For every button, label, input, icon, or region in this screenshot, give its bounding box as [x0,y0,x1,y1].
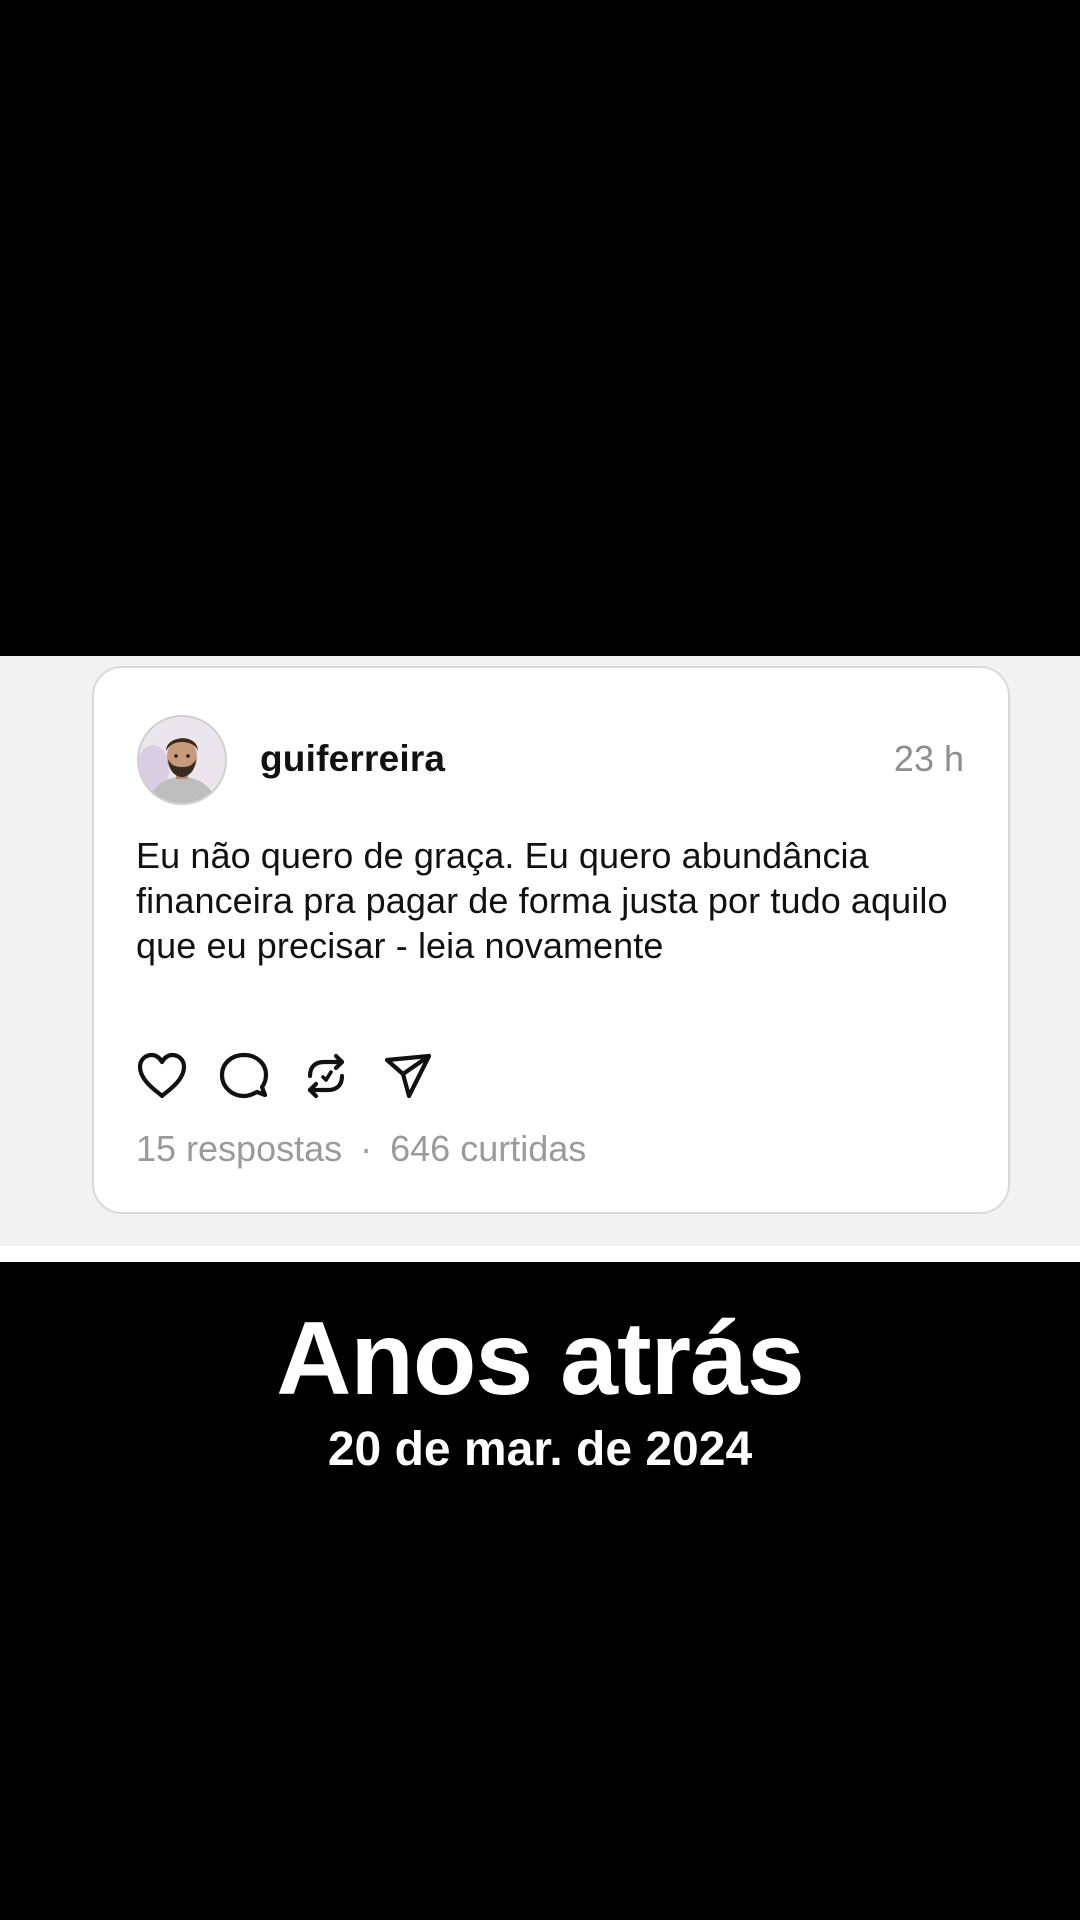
stats-separator: · [360,1128,373,1169]
post-actions [134,1048,462,1104]
repost-icon [307,1053,345,1099]
band-bottom-edge [0,1246,1080,1262]
username[interactable]: guiferreira [260,738,445,780]
likes-count[interactable]: 646 curtidas [390,1128,586,1170]
post-timestamp: 23 h [893,738,964,779]
top-black-area [0,0,1080,656]
post-stats: 15 respostas · 646 curtidas [136,1128,586,1170]
avatar-image [139,717,225,803]
caption-title: Anos atrás [276,1301,805,1417]
comment-icon [219,1052,269,1099]
share-icon [384,1053,432,1099]
repost-button[interactable] [298,1048,354,1104]
post-card[interactable]: guiferreira 23 h Eu não quero de graça. … [92,666,1010,1214]
like-button[interactable] [134,1048,190,1104]
heart-icon [137,1052,187,1099]
share-button[interactable] [380,1048,436,1104]
avatar[interactable] [137,715,227,805]
caption-date: 20 de mar. de 2024 [327,1423,753,1476]
post-text: Eu não quero de graça. Eu quero abundânc… [136,835,948,966]
replies-count[interactable]: 15 respostas [136,1128,342,1170]
reply-button[interactable] [216,1048,272,1104]
